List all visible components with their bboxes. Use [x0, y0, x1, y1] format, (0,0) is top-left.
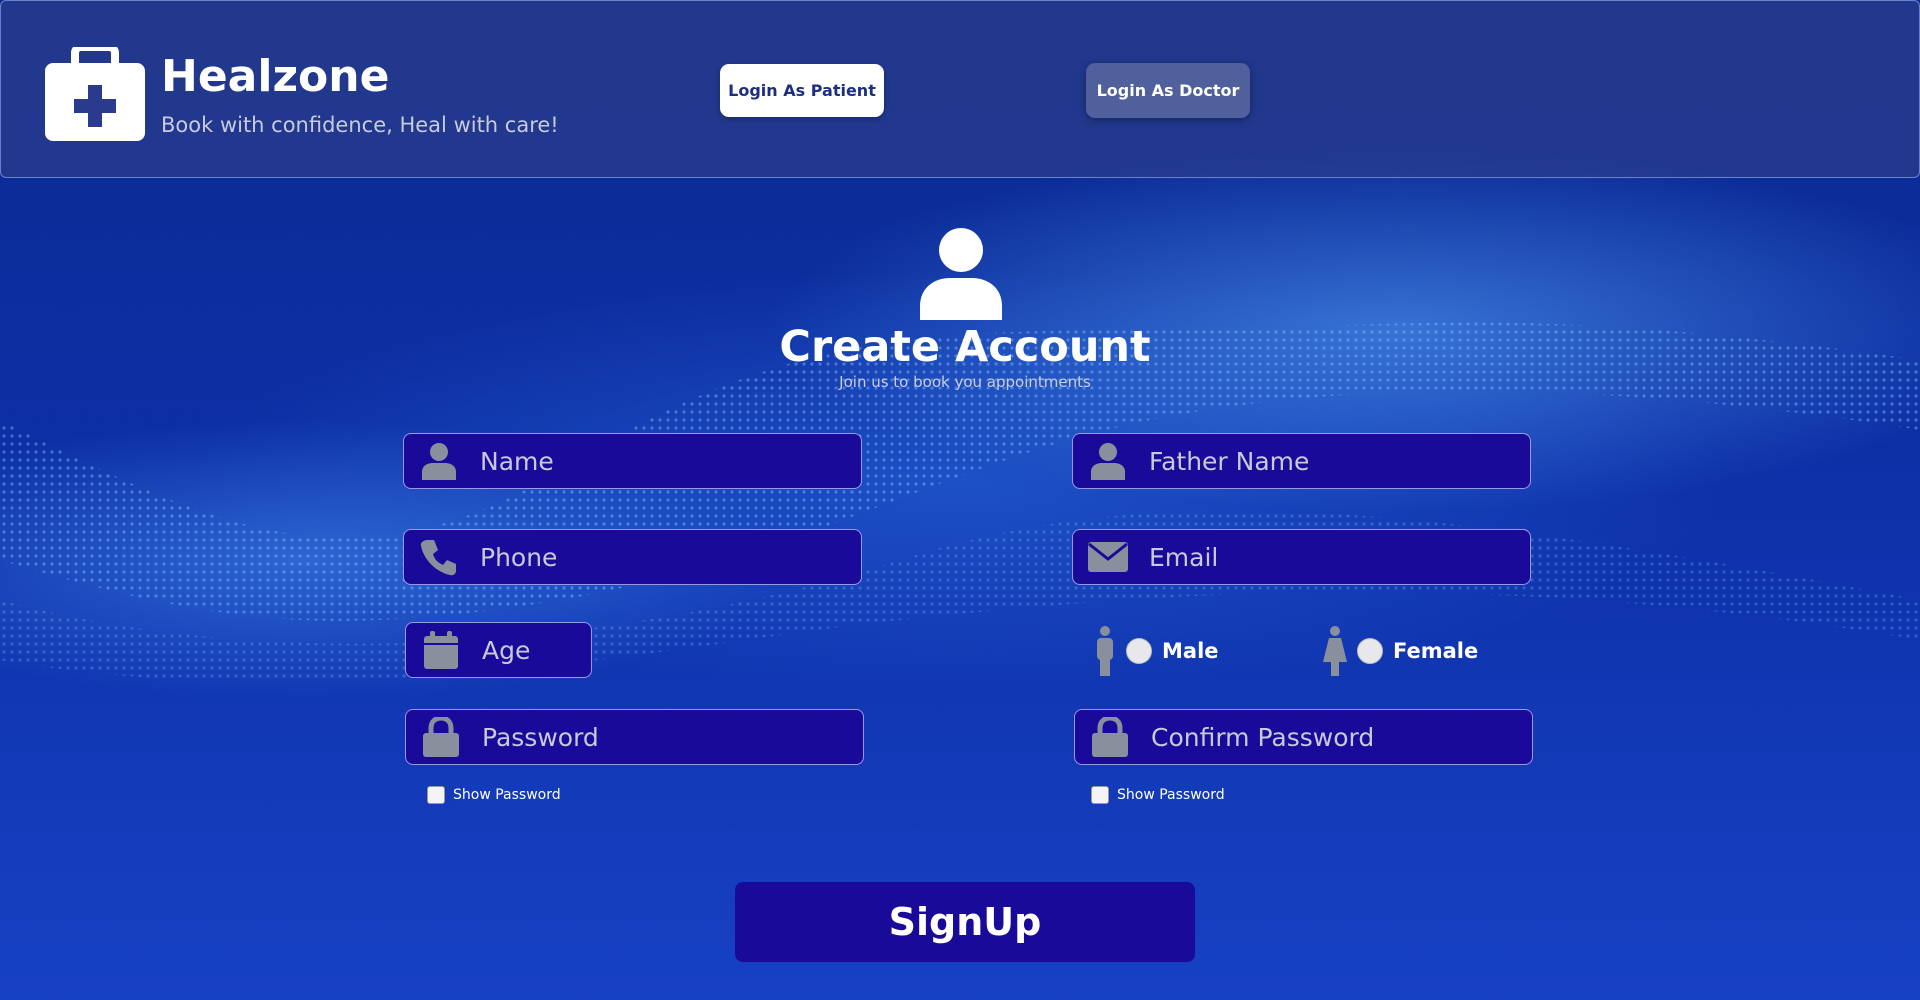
show-password-checkbox[interactable] [427, 786, 445, 804]
show-password-label: Show Password [1117, 787, 1225, 803]
brand-tagline: Book with confidence, Heal with care! [161, 113, 559, 137]
confirm-password-field[interactable] [1074, 709, 1533, 765]
female-radio[interactable] [1357, 638, 1383, 664]
age-field[interactable] [405, 622, 592, 678]
gender-female-option[interactable]: Female [1323, 626, 1478, 676]
phone-input[interactable] [480, 542, 800, 572]
user-icon [1087, 440, 1129, 482]
show-confirm-password-checkbox[interactable] [1091, 786, 1109, 804]
brand-title: Healzone [161, 51, 390, 102]
male-icon [1097, 626, 1113, 676]
login-as-doctor-button[interactable]: Login As Doctor [1086, 63, 1250, 118]
father-name-input[interactable] [1149, 446, 1469, 476]
signup-button[interactable]: SignUp [735, 882, 1195, 962]
show-confirm-password-toggle[interactable]: Show Password [1091, 786, 1225, 804]
female-label: Female [1393, 639, 1479, 663]
name-input[interactable] [480, 446, 800, 476]
user-icon [920, 228, 1002, 320]
confirm-password-input[interactable] [1151, 722, 1471, 752]
name-field[interactable] [403, 433, 862, 489]
show-password-toggle[interactable]: Show Password [427, 786, 561, 804]
page-title: Create Account [779, 322, 1151, 372]
phone-icon [418, 536, 460, 578]
lock-icon [420, 716, 462, 758]
user-icon [418, 440, 460, 482]
envelope-icon [1087, 536, 1129, 578]
male-label: Male [1162, 639, 1219, 663]
calendar-icon [420, 629, 462, 671]
email-field[interactable] [1072, 529, 1531, 585]
lock-icon [1089, 716, 1131, 758]
medical-kit-icon [45, 47, 145, 141]
age-input[interactable] [482, 635, 572, 665]
email-input[interactable] [1149, 542, 1469, 572]
top-header: Healzone Book with confidence, Heal with… [0, 0, 1920, 178]
page-subtitle: Join us to book you appointments [839, 373, 1091, 391]
male-radio[interactable] [1126, 638, 1152, 664]
gender-male-option[interactable]: Male [1094, 626, 1219, 676]
show-password-label: Show Password [453, 787, 561, 803]
password-input[interactable] [482, 722, 802, 752]
female-icon [1323, 626, 1347, 676]
login-as-patient-button[interactable]: Login As Patient [720, 64, 884, 117]
father-name-field[interactable] [1072, 433, 1531, 489]
phone-field[interactable] [403, 529, 862, 585]
password-field[interactable] [405, 709, 864, 765]
